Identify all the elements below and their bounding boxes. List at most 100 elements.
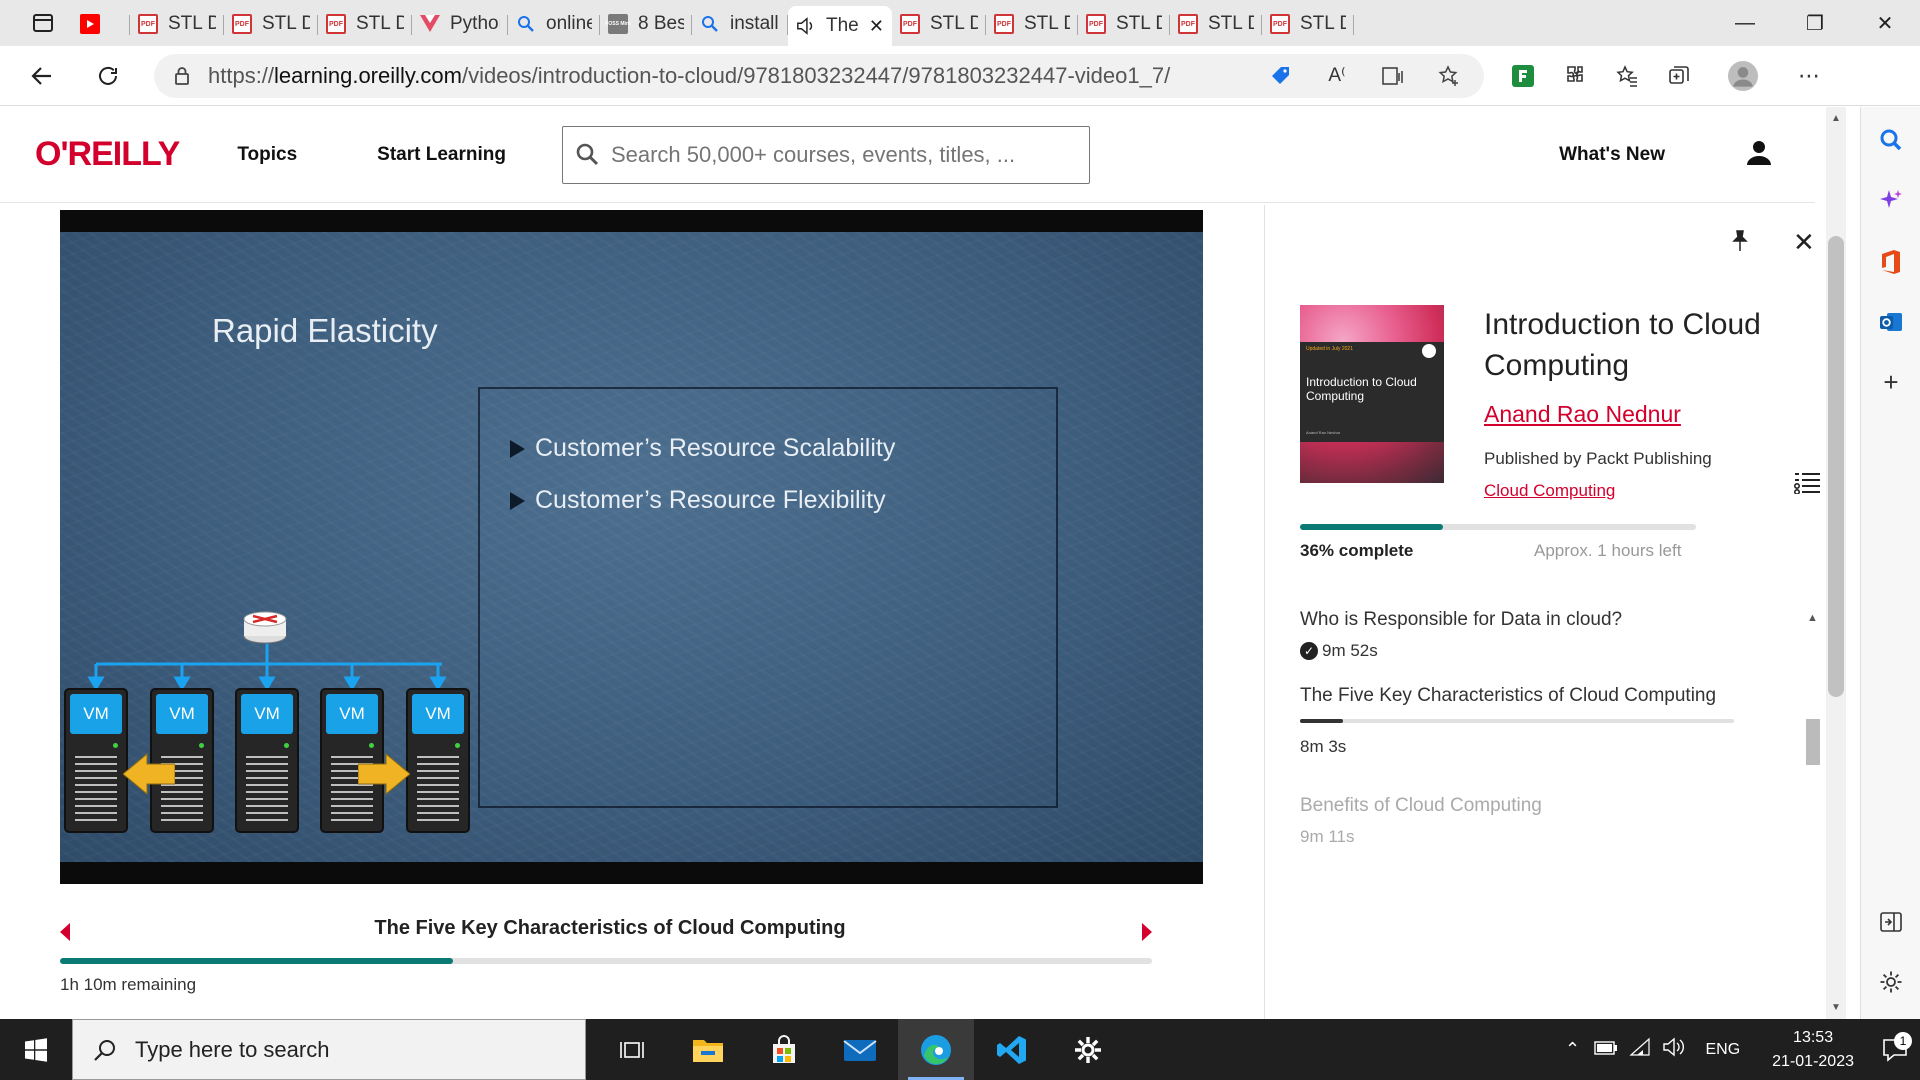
foss-icon: FOSS Mint <box>605 14 631 34</box>
read-aloud-icon[interactable]: A⁽ <box>1322 61 1352 91</box>
back-button[interactable] <box>14 54 70 98</box>
course-cover-image[interactable]: Updated in July 2021 Introduction to Clo… <box>1300 305 1444 483</box>
browser-tab[interactable]: install <box>692 6 788 42</box>
restore-icon[interactable]: ❐ <box>1780 0 1850 46</box>
scroll-down-icon[interactable]: ▼ <box>1831 1002 1841 1013</box>
list-item[interactable]: Benefits of Cloud Computing 9m 11s <box>1300 791 1740 847</box>
pdf-icon: PDF <box>1086 14 1106 34</box>
publisher-text: Published by Packt Publishing <box>1484 449 1712 468</box>
sidebar-search-icon[interactable] <box>1876 125 1906 155</box>
vscode-icon[interactable] <box>974 1019 1050 1080</box>
sidebar-hide-icon[interactable] <box>1876 907 1906 937</box>
taskbar-search[interactable]: Type here to search <box>72 1019 586 1080</box>
sidebar-office-icon[interactable] <box>1876 247 1906 277</box>
sidebar-settings-icon[interactable] <box>1876 967 1906 997</box>
browser-tab[interactable]: The ✕ <box>788 6 892 46</box>
tab-label: STL Dic <box>1300 13 1346 34</box>
battery-icon[interactable] <box>1589 1039 1623 1060</box>
settings-app-icon[interactable] <box>1050 1019 1126 1080</box>
search-input[interactable] <box>610 141 1071 168</box>
more-menu-icon[interactable]: ⋯ <box>1794 61 1824 91</box>
table-of-contents-icon[interactable] <box>1793 470 1820 499</box>
collections-icon[interactable] <box>1664 61 1694 91</box>
video-player[interactable]: Rapid Elasticity Customer’s Resource Sca… <box>60 210 1203 884</box>
pin-panel-icon[interactable] <box>1730 230 1750 258</box>
browser-tab[interactable]: FOSS Mint 8 Best <box>600 6 692 42</box>
tab-actions-icon[interactable] <box>28 8 58 38</box>
page-scrollbar[interactable]: ▲ ▼ <box>1826 107 1846 1019</box>
extensions-puzzle-icon[interactable] <box>1560 61 1590 91</box>
close-window-icon[interactable]: ✕ <box>1850 0 1920 46</box>
oreilly-logo[interactable]: O'REILLY <box>35 135 180 174</box>
browser-tab[interactable]: PDF STL Dic <box>1262 6 1354 42</box>
toc-item-title: Who is Responsible for Data in cloud? <box>1300 609 1623 630</box>
sidebar-add-icon[interactable]: + <box>1876 367 1906 397</box>
browser-tab[interactable]: PDF STL Dic <box>892 6 986 42</box>
vm-label: VM <box>241 694 293 734</box>
language-indicator[interactable]: ENG <box>1705 1041 1740 1059</box>
site-search <box>561 125 1090 184</box>
wifi-icon[interactable] <box>1623 1037 1657 1062</box>
extension-green-icon[interactable] <box>1508 61 1538 91</box>
task-view-icon[interactable] <box>594 1019 670 1080</box>
url-field[interactable]: https://learning.oreilly.com/videos/intr… <box>154 53 1484 98</box>
add-favorite-icon[interactable] <box>1434 61 1464 91</box>
toc-item-duration: 9m 11s <box>1300 827 1355 846</box>
scroll-up-icon[interactable]: ▲ <box>1831 113 1841 124</box>
search-icon <box>94 1039 115 1061</box>
page-scroll-thumb[interactable] <box>1828 236 1844 697</box>
time-remaining: 1h 10m remaining <box>60 975 197 994</box>
browser-toolbar-right: ⋯ <box>1508 60 1824 91</box>
edge-browser-icon[interactable] <box>898 1019 974 1080</box>
browser-tab[interactable]: PDF STL Dic <box>1078 6 1170 42</box>
whats-new-link[interactable]: What's New <box>1559 144 1665 166</box>
address-bar: https://learning.oreilly.com/videos/intr… <box>0 46 1920 106</box>
windows-start-icon[interactable] <box>0 1019 72 1080</box>
close-panel-icon[interactable]: ✕ <box>1793 227 1815 258</box>
browser-tab[interactable]: PDF STL Dic <box>986 6 1078 42</box>
minimize-icon[interactable]: — <box>1710 0 1780 46</box>
pdf-icon: PDF <box>994 14 1014 34</box>
table-of-contents-list: Who is Responsible for Data in cloud? ✓ … <box>1300 605 1780 910</box>
lock-icon <box>175 66 189 85</box>
favorites-icon[interactable] <box>1612 61 1642 91</box>
browser-tab[interactable]: PDF STL Dig <box>318 6 412 42</box>
microsoft-store-icon[interactable] <box>746 1019 822 1080</box>
topic-link[interactable]: Cloud Computing <box>1484 481 1615 501</box>
browser-tab[interactable]: PDF STL Dig <box>130 6 224 42</box>
sidebar-discover-icon[interactable] <box>1876 185 1906 215</box>
pdf-icon: PDF <box>138 14 158 34</box>
browser-tab[interactable]: PDF STL Dig <box>224 6 318 42</box>
shopping-tag-icon[interactable] <box>1266 61 1296 91</box>
browser-tab[interactable]: Python <box>412 6 508 42</box>
toc-scroll-thumb[interactable] <box>1806 719 1820 765</box>
tab-label: 8 Best <box>638 13 684 34</box>
author-link[interactable]: Anand Rao Nednur <box>1484 401 1681 428</box>
pdf-icon: PDF <box>1178 14 1198 34</box>
cover-play-icon <box>1422 344 1436 358</box>
browser-tab[interactable]: online <box>508 6 600 42</box>
scroll-up-icon[interactable]: ▲ <box>1807 612 1818 624</box>
course-progress-bar[interactable] <box>60 958 1152 964</box>
file-explorer-icon[interactable] <box>670 1019 746 1080</box>
user-account-icon[interactable] <box>1745 138 1773 171</box>
close-tab-icon[interactable]: ✕ <box>869 16 884 37</box>
mail-icon[interactable] <box>822 1019 898 1080</box>
nav-topics[interactable]: Topics <box>237 144 297 166</box>
refresh-button[interactable] <box>80 54 136 98</box>
next-chapter-icon[interactable] <box>1142 923 1154 941</box>
list-item[interactable]: The Five Key Characteristics of Cloud Co… <box>1300 681 1740 757</box>
profile-avatar-icon[interactable] <box>1728 60 1758 91</box>
immersive-reader-icon[interactable] <box>1378 61 1408 91</box>
volume-icon[interactable] <box>1657 1037 1691 1062</box>
show-hidden-icons-icon[interactable]: ⌃ <box>1555 1039 1589 1060</box>
pdf-icon: PDF <box>232 14 252 34</box>
browser-tab[interactable]: PDF STL Dic <box>1170 6 1262 42</box>
toc-scrollbar[interactable]: ▲ <box>1803 612 1823 912</box>
sidebar-outlook-icon[interactable] <box>1876 307 1906 337</box>
taskbar-clock[interactable]: 13:53 21-01-2023 <box>1772 1026 1854 1074</box>
browser-tab[interactable] <box>72 6 130 42</box>
notification-center-icon[interactable]: 1 <box>1872 1031 1920 1062</box>
list-item[interactable]: Who is Responsible for Data in cloud? ✓ … <box>1300 605 1740 661</box>
nav-start-learning[interactable]: Start Learning <box>377 144 506 166</box>
